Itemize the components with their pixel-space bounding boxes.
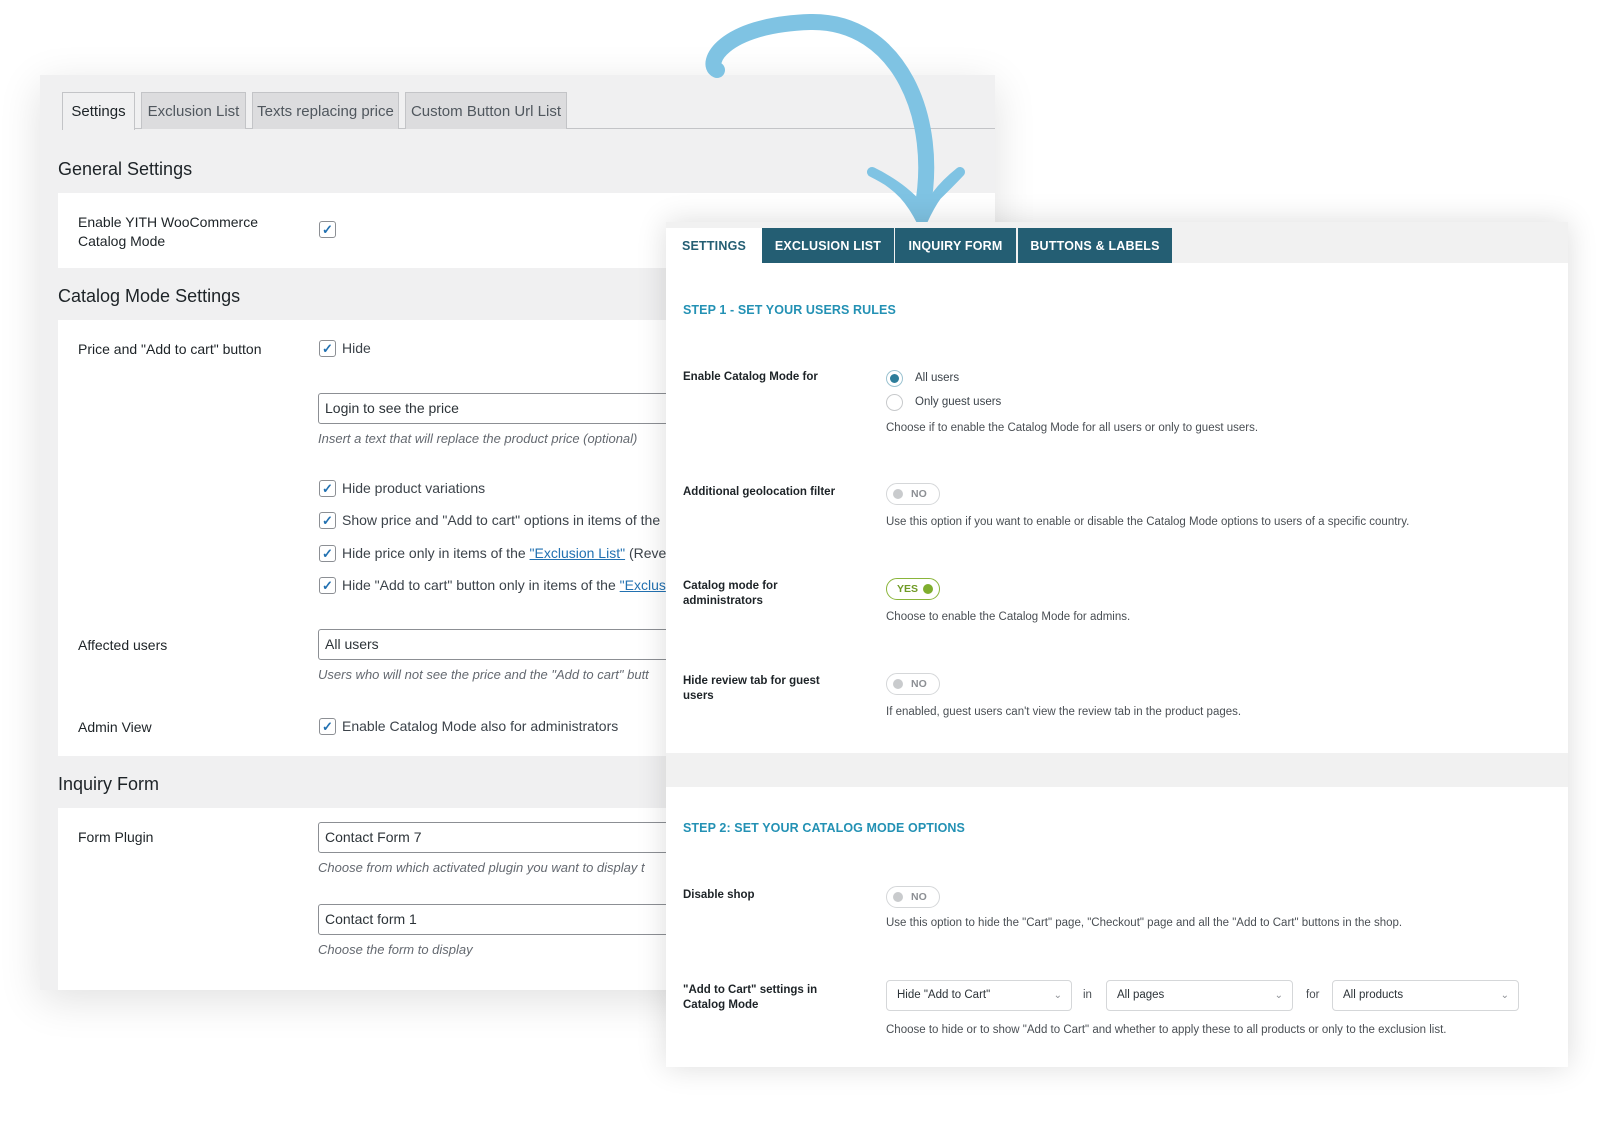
admins-toggle[interactable]: YES xyxy=(886,578,940,600)
add-to-cart-action-value: Hide "Add to Cart" xyxy=(897,989,991,1001)
inquiry-form-heading: Inquiry Form xyxy=(58,774,160,794)
pages-select[interactable]: All pages ⌄ xyxy=(1106,980,1293,1011)
hide-cart-only-checkbox[interactable]: ✓ xyxy=(319,577,336,594)
checkmark-icon: ✓ xyxy=(322,578,333,593)
hide-price-only-text: Hide price only in items of the xyxy=(342,545,530,561)
exclusion-list-link-2[interactable]: "Exclus xyxy=(620,577,666,593)
hide-price-only-checkbox[interactable]: ✓ xyxy=(319,545,336,562)
price-replacement-description: Insert a text that will replace the prod… xyxy=(318,431,638,446)
checkmark-icon: ✓ xyxy=(322,222,333,237)
toggle-knob xyxy=(893,679,903,689)
hide-price-only-suffix: (Rever xyxy=(625,545,671,561)
toggle-knob xyxy=(923,584,933,594)
checkmark-icon: ✓ xyxy=(322,341,333,356)
enable-for-description: Choose if to enable the Catalog Mode for… xyxy=(886,422,1259,434)
disable-shop-label: Disable shop xyxy=(683,889,755,901)
enable-catalog-mode-label: Enable YITH WooCommerce Catalog Mode xyxy=(78,214,258,249)
admin-view-checkbox-label: Enable Catalog Mode also for administrat… xyxy=(342,718,619,734)
tab-inquiry-form-new[interactable]: INQUIRY FORM xyxy=(895,228,1016,263)
admins-label: Catalog mode for administrators xyxy=(683,580,778,607)
toggle-knob xyxy=(893,489,903,499)
hide-variations-label: Hide product variations xyxy=(342,480,486,496)
enable-catalog-mode-checkbox[interactable]: ✓ xyxy=(319,221,336,238)
affected-users-label: Affected users xyxy=(78,637,168,653)
checkmark-icon: ✓ xyxy=(322,719,333,734)
radio-all-users[interactable] xyxy=(886,370,903,387)
admins-toggle-text: YES xyxy=(897,583,919,595)
for-text: for xyxy=(1306,989,1320,1001)
curved-arrow-icon xyxy=(705,13,965,227)
add-to-cart-settings-label: "Add to Cart" settings in Catalog Mode xyxy=(683,984,818,1011)
tab-exclusion-list-new[interactable]: EXCLUSION LIST xyxy=(762,228,894,263)
show-price-exclusion-label: Show price and "Add to cart" options in … xyxy=(342,512,661,528)
products-value: All products xyxy=(1343,989,1404,1001)
show-price-exclusion-checkbox[interactable]: ✓ xyxy=(319,512,336,529)
add-to-cart-settings-description: Choose to hide or to show "Add to Cart" … xyxy=(886,1024,1447,1036)
price-add-to-cart-label: Price and "Add to cart" button xyxy=(78,341,262,357)
general-settings-heading: General Settings xyxy=(58,159,193,179)
form-plugin-description: Choose from which activated plugin you w… xyxy=(318,860,645,875)
geolocation-toggle-text: NO xyxy=(911,488,927,500)
tab-buttons-labels-new[interactable]: BUTTONS & LABELS xyxy=(1018,228,1172,263)
enable-for-label: Enable Catalog Mode for xyxy=(683,371,818,383)
new-tab-bar: SETTINGS EXCLUSION LIST INQUIRY FORM BUT… xyxy=(666,222,1568,263)
hide-variations-checkbox[interactable]: ✓ xyxy=(319,480,336,497)
review-tab-toggle[interactable]: NO xyxy=(886,673,940,695)
checkmark-icon: ✓ xyxy=(322,546,333,561)
new-settings-panel: SETTINGS EXCLUSION LIST INQUIRY FORM BUT… xyxy=(666,222,1568,1067)
step2-title: STEP 2: SET YOUR CATALOG MODE OPTIONS xyxy=(683,821,965,835)
step1-title: STEP 1 - SET YOUR USERS RULES xyxy=(683,303,896,317)
step2-section: STEP 2: SET YOUR CATALOG MODE OPTIONS Di… xyxy=(666,787,1568,1067)
tab-exclusion-list[interactable]: Exclusion List xyxy=(141,92,246,129)
checkmark-icon: ✓ xyxy=(322,481,333,496)
review-tab-toggle-text: NO xyxy=(911,678,927,690)
radio-guest-users[interactable] xyxy=(886,394,903,411)
affected-users-description: Users who will not see the price and the… xyxy=(318,667,649,682)
review-tab-label: Hide review tab for guest users xyxy=(683,675,820,702)
hide-price-checkbox[interactable]: ✓ xyxy=(319,340,336,357)
disable-shop-toggle[interactable]: NO xyxy=(886,886,940,908)
disable-shop-description: Use this option to hide the "Cart" page,… xyxy=(886,917,1403,929)
admin-view-checkbox[interactable]: ✓ xyxy=(319,718,336,735)
form-plugin-label: Form Plugin xyxy=(78,829,154,845)
geolocation-label: Additional geolocation filter xyxy=(683,486,836,498)
hide-price-only-label: Hide price only in items of the "Exclusi… xyxy=(342,545,671,561)
catalog-mode-settings-heading: Catalog Mode Settings xyxy=(58,286,241,306)
exclusion-list-link[interactable]: "Exclusion List" xyxy=(530,545,626,561)
hide-price-checkbox-label: Hide xyxy=(342,340,371,356)
tab-settings-new[interactable]: SETTINGS xyxy=(666,228,762,263)
admins-description: Choose to enable the Catalog Mode for ad… xyxy=(886,611,1131,623)
review-tab-description: If enabled, guest users can't view the r… xyxy=(886,706,1242,718)
hide-cart-only-label: Hide "Add to cart" button only in items … xyxy=(342,577,666,593)
tab-texts-replacing-price[interactable]: Texts replacing price xyxy=(252,92,399,129)
chevron-down-icon: ⌄ xyxy=(1053,990,1062,1001)
step1-section: STEP 1 - SET YOUR USERS RULES Enable Cat… xyxy=(666,263,1568,753)
chevron-down-icon: ⌄ xyxy=(1500,990,1509,1001)
chevron-down-icon: ⌄ xyxy=(1274,990,1283,1001)
tab-custom-button-url-list[interactable]: Custom Button Url List xyxy=(405,92,567,129)
products-select[interactable]: All products ⌄ xyxy=(1332,980,1519,1011)
add-to-cart-action-select[interactable]: Hide "Add to Cart" ⌄ xyxy=(886,980,1072,1011)
disable-shop-toggle-text: NO xyxy=(911,891,927,903)
radio-all-users-label: All users xyxy=(915,372,960,384)
radio-guest-users-label: Only guest users xyxy=(915,396,1002,408)
admin-view-label: Admin View xyxy=(78,719,152,735)
contact-form-description: Choose the form to display xyxy=(318,942,473,957)
checkmark-icon: ✓ xyxy=(322,513,333,528)
pages-value: All pages xyxy=(1117,989,1165,1001)
toggle-knob xyxy=(893,892,903,902)
in-text: in xyxy=(1083,989,1092,1001)
geolocation-toggle[interactable]: NO xyxy=(886,483,940,505)
tab-settings[interactable]: Settings xyxy=(62,92,135,130)
geolocation-description: Use this option if you want to enable or… xyxy=(886,516,1410,528)
hide-cart-only-text: Hide "Add to cart" button only in items … xyxy=(342,577,620,593)
